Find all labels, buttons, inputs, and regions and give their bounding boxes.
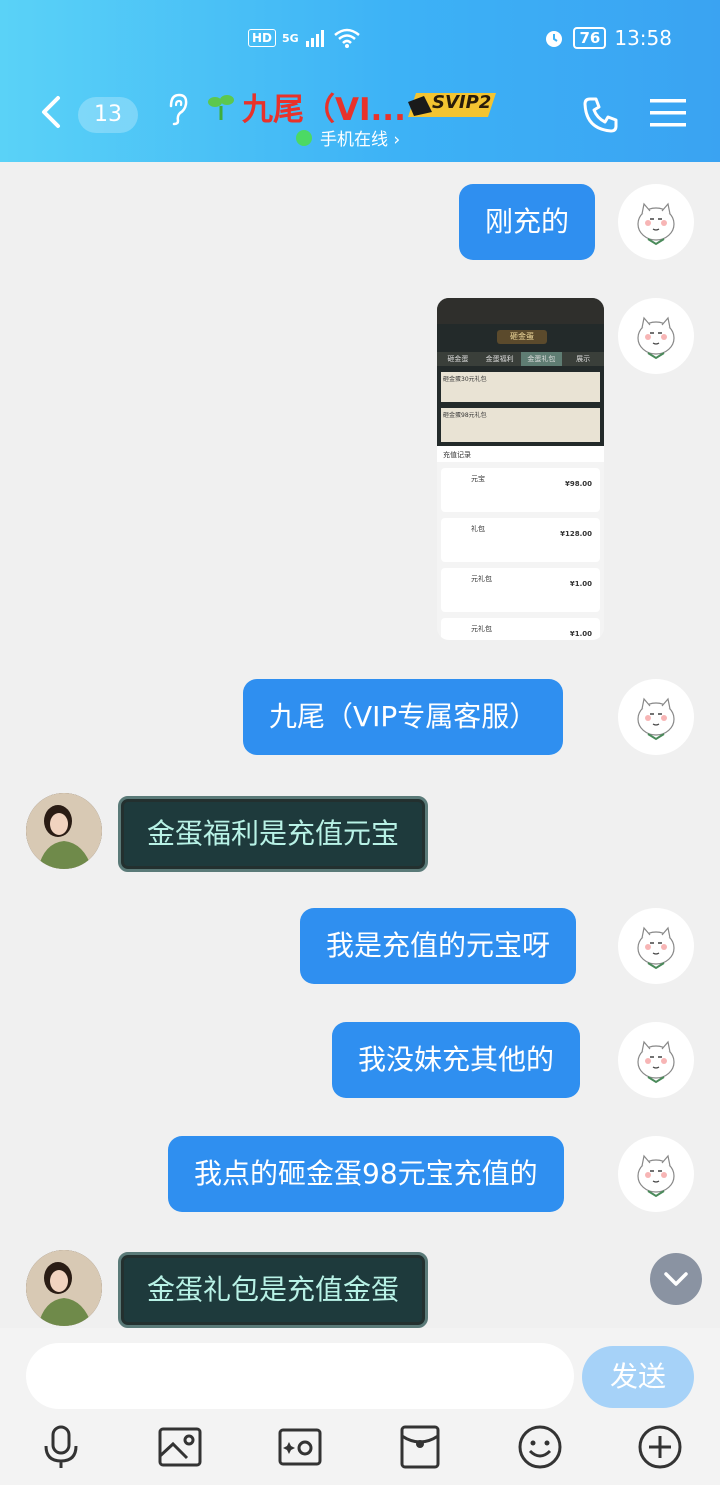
scroll-to-bottom-button[interactable] (650, 1253, 702, 1305)
message-bubble-received[interactable]: 金蛋福利是充值元宝 (118, 796, 429, 872)
network-indicator: 5G (282, 31, 299, 45)
game-tab: 展示 (576, 355, 591, 363)
alarm-icon (546, 31, 563, 47)
message-bubble-sent[interactable]: 刚充的 (459, 184, 596, 260)
back-icon[interactable] (36, 92, 66, 132)
game-pack: 砸金蛋98元礼包 (441, 408, 600, 442)
record-name: 礼包 (471, 525, 485, 533)
svip-badge: SVIP2 (432, 92, 492, 113)
cat-avatar-icon (637, 926, 675, 970)
recharge-records: 充值记录 元宝 ¥98.00 礼包 ¥128.00 元礼包 ¥1.00 元礼包 … (437, 446, 604, 640)
game-pack: 砸金蛋30元礼包 (441, 372, 600, 402)
online-status[interactable]: 手机在线 › (296, 125, 400, 150)
battery-indicator: 76 (573, 27, 607, 49)
my-avatar[interactable] (618, 184, 694, 260)
emoji-icon[interactable] (517, 1424, 563, 1470)
my-avatar[interactable] (618, 1022, 694, 1098)
camera-icon[interactable] (277, 1424, 323, 1470)
record-name: 元礼包 (471, 625, 492, 633)
game-pack-name: 砸金蛋98元礼包 (443, 412, 487, 419)
record-amount: ¥1.00 (569, 630, 592, 638)
cat-avatar-icon (637, 1154, 675, 1198)
menu-icon[interactable] (650, 97, 686, 129)
wifi-icon (333, 28, 360, 48)
image-icon[interactable] (157, 1424, 203, 1470)
record-row: 元宝 ¥98.00 (441, 468, 600, 512)
online-dot-icon (296, 129, 312, 146)
game-banner: 砸金蛋 (497, 330, 547, 344)
my-avatar[interactable] (618, 679, 694, 755)
chat-header: HD 5G 76 13:58 13 九尾（VI... SVIP2 手机在线 › (0, 0, 720, 162)
record-amount: ¥128.00 (560, 530, 592, 538)
image-message[interactable]: 砸金蛋 砸金蛋 金蛋福利 金蛋礼包 展示 砸金蛋30元礼包 砸金蛋98元礼包 充… (437, 298, 604, 640)
record-amount: ¥1.00 (569, 580, 592, 588)
hd-indicator: HD (248, 29, 277, 47)
status-bar: HD 5G 76 13:58 (0, 26, 720, 56)
sprout-icon (208, 95, 234, 120)
send-button[interactable]: 发送 (582, 1346, 694, 1408)
contact-avatar[interactable] (26, 793, 102, 869)
record-row: 礼包 ¥128.00 (441, 518, 600, 562)
message-bubble-sent[interactable]: 我点的砸金蛋98元宝充值的 (168, 1136, 564, 1212)
message-bubble-sent[interactable]: 我没妹充其他的 (332, 1022, 581, 1098)
game-screenshot-top: 砸金蛋 砸金蛋 金蛋福利 金蛋礼包 展示 砸金蛋30元礼包 砸金蛋98元礼包 (437, 298, 604, 446)
my-avatar[interactable] (618, 298, 694, 374)
person-avatar-icon (26, 1250, 102, 1326)
record-name: 元礼包 (471, 575, 492, 583)
online-status-text: 手机在线 › (320, 130, 401, 150)
game-tab: 金蛋礼包 (520, 352, 563, 366)
my-avatar[interactable] (618, 908, 694, 984)
signal-icon (305, 30, 324, 47)
microphone-icon[interactable] (38, 1424, 84, 1470)
message-bubble-sent[interactable]: 九尾（VIP专属客服） (243, 679, 564, 755)
record-amount: ¥98.00 (564, 480, 592, 488)
cat-avatar-icon (637, 1040, 675, 1084)
message-bubble-sent[interactable]: 我是充值的元宝呀 (300, 908, 577, 984)
record-row: 元礼包 ¥1.00 (441, 618, 600, 640)
red-packet-icon[interactable] (397, 1424, 443, 1470)
contact-name[interactable]: 九尾（VI... (242, 84, 406, 129)
records-title: 充值记录 (437, 446, 604, 462)
record-name: 元宝 (471, 475, 485, 483)
person-avatar-icon (26, 793, 102, 869)
contact-avatar[interactable] (26, 1250, 102, 1326)
phone-icon[interactable] (582, 96, 620, 134)
plus-icon[interactable] (637, 1424, 683, 1470)
message-bubble-received[interactable]: 金蛋礼包是充值金蛋 (118, 1252, 429, 1328)
game-tab: 砸金蛋 (447, 355, 469, 363)
game-pack-name: 砸金蛋30元礼包 (443, 376, 487, 383)
message-input[interactable] (26, 1343, 574, 1409)
game-tab: 金蛋福利 (485, 355, 514, 363)
cat-avatar-icon (637, 697, 675, 741)
cat-avatar-icon (637, 316, 675, 360)
unread-count-badge[interactable]: 13 (78, 97, 138, 133)
cat-avatar-icon (637, 202, 675, 246)
chevron-down-icon (664, 1272, 688, 1286)
toolbar (0, 1424, 720, 1470)
input-bar: 发送 (0, 1328, 720, 1485)
my-avatar[interactable] (618, 1136, 694, 1212)
ear-icon[interactable] (165, 92, 189, 126)
record-row: 元礼包 ¥1.00 (441, 568, 600, 612)
clock: 13:58 (614, 26, 672, 50)
